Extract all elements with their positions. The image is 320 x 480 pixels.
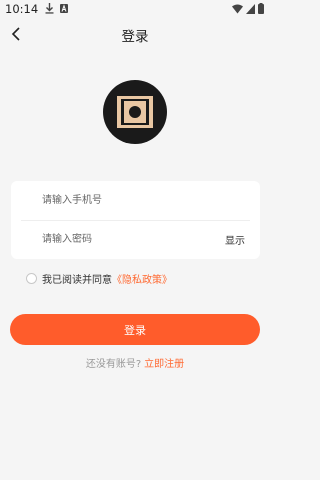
password-input[interactable]	[42, 220, 212, 259]
nav-bar: 登录	[0, 18, 270, 50]
register-prompt: 还没有账号?	[85, 359, 142, 370]
status-time: 10:14	[5, 2, 39, 16]
password-field: 显示	[11, 220, 260, 259]
show-password-toggle[interactable]: 显示	[225, 232, 245, 247]
privacy-policy-link[interactable]: 《隐私政策》	[112, 271, 172, 286]
login-button[interactable]: 登录	[10, 314, 260, 345]
download-icon	[45, 3, 54, 14]
phone-field	[11, 181, 260, 220]
status-icons	[232, 3, 264, 14]
login-form: 显示	[11, 181, 260, 259]
wifi-icon	[232, 4, 243, 13]
status-bar: 10:14	[0, 0, 270, 18]
agreement-checkbox[interactable]	[26, 272, 37, 284]
register-link[interactable]: 立即注册	[144, 359, 184, 370]
a-notification-icon	[60, 4, 68, 13]
battery-icon	[258, 3, 264, 14]
agreement-row: 我已阅读并同意 《隐私政策》	[26, 270, 172, 286]
phone-input[interactable]	[42, 181, 212, 220]
register-row: 还没有账号? 立即注册	[0, 355, 270, 370]
agreement-text: 我已阅读并同意	[42, 274, 112, 286]
signal-icon	[246, 3, 255, 14]
page-title: 登录	[121, 29, 149, 45]
app-logo	[103, 80, 167, 144]
